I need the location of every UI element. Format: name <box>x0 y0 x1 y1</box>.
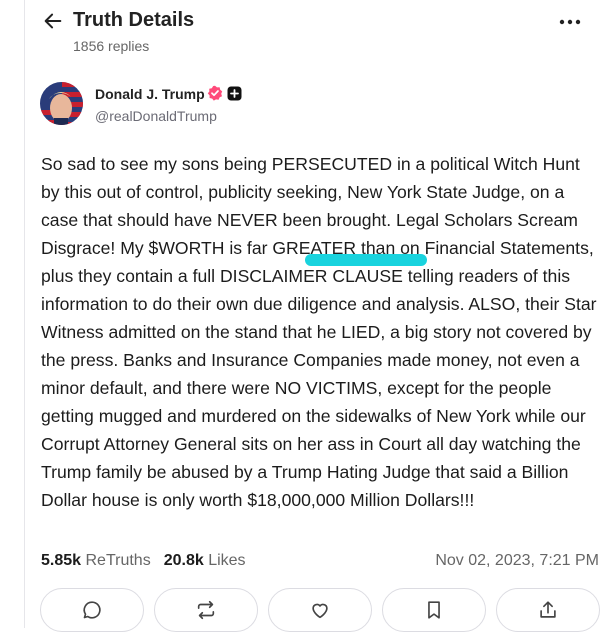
heart-icon <box>312 603 328 619</box>
left-border <box>24 0 25 628</box>
replies-count: 1856 replies <box>73 38 150 54</box>
more-horizontal-icon <box>559 19 581 25</box>
retruth-icon <box>197 600 215 620</box>
header: Truth Details 1856 replies <box>40 8 595 58</box>
post-stats: 5.85k ReTruths 20.8k Likes <box>41 552 246 570</box>
back-button[interactable] <box>40 8 66 34</box>
author-badges <box>207 85 242 101</box>
avatar[interactable] <box>40 82 83 125</box>
retruths-count: 5.85k <box>41 552 82 569</box>
share-button[interactable] <box>496 588 600 632</box>
share-icon <box>540 601 556 618</box>
verified-badge-icon <box>207 85 223 101</box>
post-date: Nov 02, 2023, 7:21 PM <box>435 552 599 569</box>
action-bar <box>40 588 600 632</box>
post-text: So sad to see my sons being PERSECUTED i… <box>41 154 597 510</box>
author-name[interactable]: Donald J. Trump <box>95 86 205 102</box>
likes-label: Likes <box>208 552 246 569</box>
post-author: Donald J. Trump @realDonaldTrump <box>40 82 460 126</box>
likes-stat[interactable]: 20.8k Likes <box>164 552 246 570</box>
retruths-stat[interactable]: 5.85k ReTruths <box>41 552 151 570</box>
bookmark-button[interactable] <box>382 588 486 632</box>
retruths-label: ReTruths <box>85 552 151 569</box>
author-handle[interactable]: @realDonaldTrump <box>95 108 217 124</box>
retruth-button[interactable] <box>154 588 258 632</box>
more-button[interactable] <box>557 12 583 32</box>
page-title: Truth Details <box>73 9 195 31</box>
likes-count: 20.8k <box>163 552 204 569</box>
bookmark-icon <box>428 601 440 619</box>
like-button[interactable] <box>268 588 372 632</box>
reply-icon <box>83 601 101 619</box>
reply-button[interactable] <box>40 588 144 632</box>
arrow-left-icon <box>44 13 62 29</box>
plus-badge-icon <box>227 86 242 100</box>
